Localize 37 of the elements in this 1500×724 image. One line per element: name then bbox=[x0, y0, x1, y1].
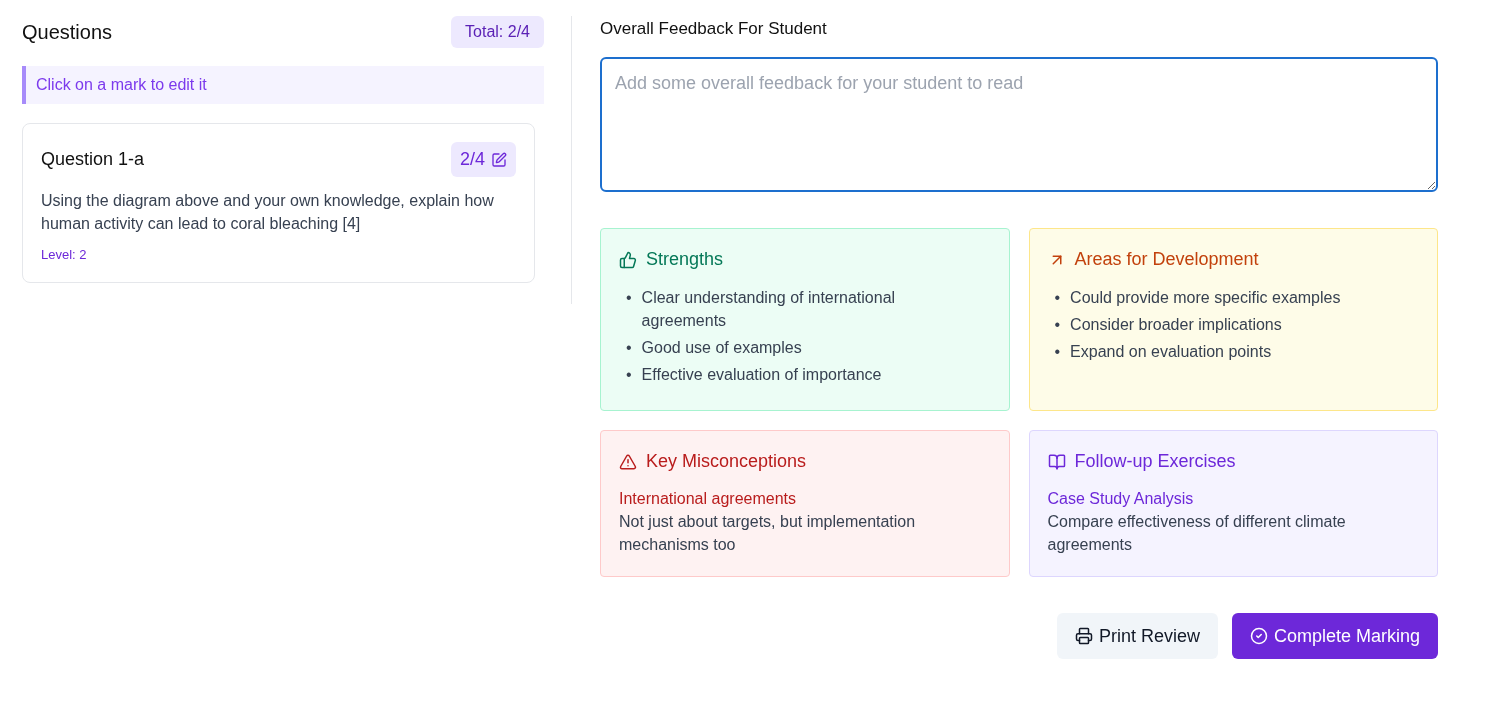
thumbs-up-icon bbox=[619, 250, 637, 269]
bullet: • bbox=[1054, 342, 1061, 362]
print-review-button[interactable]: Print Review bbox=[1056, 613, 1218, 659]
bullet: • bbox=[626, 365, 632, 385]
warning-icon bbox=[619, 452, 637, 471]
mark-button[interactable]: 2/4 bbox=[450, 142, 516, 177]
feedback-item: Consider broader implications bbox=[1070, 315, 1282, 335]
question-title: Question 1-a bbox=[41, 149, 145, 170]
edit-hint: Click on a mark to edit it bbox=[22, 66, 544, 104]
printer-icon bbox=[1074, 627, 1093, 645]
bullet: • bbox=[626, 288, 632, 308]
bullet: • bbox=[626, 338, 632, 358]
edit-icon bbox=[491, 151, 507, 168]
questions-title: Questions bbox=[22, 20, 113, 44]
level-label: Level: 2 bbox=[41, 247, 88, 262]
feedback-item: Good use of examples bbox=[641, 338, 802, 358]
feedback-item: Clear understanding of international agreements bbox=[641, 288, 897, 331]
entry-heading: Case Study Analysis bbox=[1047, 490, 1195, 508]
feedback-label: Overall Feedback For Student bbox=[600, 19, 828, 39]
card-title: Strengths bbox=[646, 249, 724, 270]
feedback-item: Expand on evaluation points bbox=[1070, 342, 1272, 362]
card-title: Key Misconceptions bbox=[646, 451, 807, 472]
feedback-field[interactable]: Add some overall feedback for your student to read bbox=[600, 57, 1438, 192]
card-title: Follow-up Exercises bbox=[1074, 451, 1236, 472]
entry-text: Not just about targets, but implementation mechanisms too bbox=[619, 512, 917, 555]
bullet: • bbox=[1054, 315, 1061, 335]
question-text: Using the diagram above and your own knowledge, explain how human activity can lead to coral bleaching [4] bbox=[41, 191, 495, 234]
entry-text: Compare effectiveness of different climate agreements bbox=[1047, 512, 1347, 555]
entry-heading: International agreements bbox=[619, 490, 797, 508]
check-circle-icon bbox=[1249, 627, 1268, 645]
feedback-item: Could provide more specific examples bbox=[1070, 288, 1341, 308]
total-score-badge: Total: 2/4 bbox=[451, 16, 544, 48]
feedback-item: Effective evaluation of importance bbox=[641, 365, 882, 385]
bullet: • bbox=[1054, 288, 1061, 308]
complete-marking-button[interactable]: Complete Marking bbox=[1231, 613, 1438, 659]
book-icon bbox=[1047, 452, 1066, 471]
card-title: Areas for Development bbox=[1074, 249, 1259, 270]
